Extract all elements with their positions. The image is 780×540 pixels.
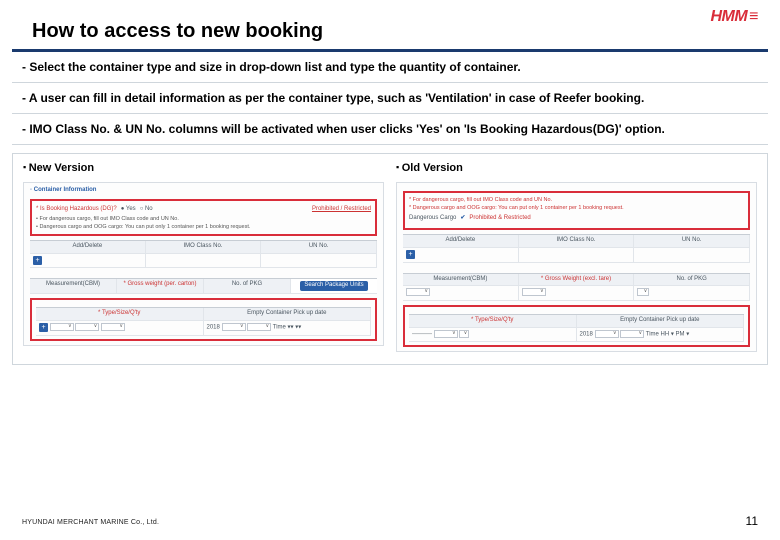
instruction-item: - IMO Class No. & UN No. columns will be…	[12, 114, 768, 145]
new-screenshot: ◦ Container Information * Is Booking Haz…	[23, 182, 384, 346]
page-number: 11	[746, 514, 758, 528]
col-imo: IMO Class No.	[519, 235, 635, 247]
dg-label: Dangerous Cargo	[409, 215, 456, 223]
hmm-logo: HMM≡	[708, 8, 758, 26]
col-pkg: No. of PKG	[204, 279, 291, 293]
gross-input[interactable]	[522, 288, 546, 296]
new-version-label: New Version	[23, 162, 384, 174]
add-row-button[interactable]: +	[406, 250, 415, 259]
dg-checkbox[interactable]: ✔	[460, 215, 465, 223]
dg-note: * Dangerous cargo and OOG cargo: You can…	[409, 205, 744, 212]
old-version-col: Old Version * For dangerous cargo, fill …	[396, 162, 757, 352]
col-pkg: No. of PKG	[634, 274, 750, 286]
col-measurement: Measurement(CBM)	[403, 274, 519, 286]
highlight-box: * Is Booking Hazardous (DG)? ● Yes ○ No …	[30, 199, 377, 236]
col-type: * Type/Size/Q'ty	[409, 315, 577, 327]
add-row-button[interactable]: +	[33, 256, 42, 265]
prohibited-link[interactable]: Prohibited / Restricted	[312, 206, 371, 214]
instruction-item: - A user can fill in detail information …	[12, 83, 768, 114]
day-select[interactable]	[620, 330, 644, 338]
dg-label: * Is Booking Hazardous (DG)?	[36, 206, 117, 214]
col-adddelete: Add/Delete	[30, 241, 146, 253]
instruction-item: - Select the container type and size in …	[12, 52, 768, 83]
qty-select[interactable]	[101, 323, 125, 331]
col-imo: IMO Class No.	[146, 241, 262, 253]
month-select[interactable]	[222, 323, 246, 331]
col-un: UN No.	[634, 235, 750, 247]
dg-note: * For dangerous cargo, fill out IMO Clas…	[409, 197, 744, 204]
month-select[interactable]	[595, 330, 619, 338]
col-gross: * Gross weight (per. carton)	[117, 279, 204, 293]
new-version-col: New Version ◦ Container Information * Is…	[23, 162, 384, 352]
type-select[interactable]	[50, 323, 74, 331]
col-empty-pickup: Empty Container Pick up date	[204, 308, 372, 320]
col-un: UN No.	[261, 241, 377, 253]
logo-bars-icon: ≡	[749, 8, 758, 25]
col-measurement: Measurement(CBM)	[30, 279, 117, 293]
radio-no[interactable]: ○ No	[140, 206, 153, 214]
dg-note: • Dangerous cargo and OOG cargo: You can…	[36, 224, 371, 231]
instruction-list: - Select the container type and size in …	[12, 52, 768, 145]
time-label: Time ▾▾ ▾▾	[273, 325, 302, 331]
old-version-label: Old Version	[396, 162, 757, 174]
qty-select[interactable]	[459, 330, 469, 338]
search-package-button[interactable]: Search Package Units	[300, 281, 367, 291]
highlight-box: * For dangerous cargo, fill out IMO Clas…	[403, 191, 750, 230]
dg-note: • For dangerous cargo, fill out IMO Clas…	[36, 216, 371, 223]
year-value: 2018	[580, 331, 593, 337]
section-header: ◦ Container Information	[30, 187, 377, 195]
old-screenshot: * For dangerous cargo, fill out IMO Clas…	[396, 182, 757, 352]
dg-table: Add/Delete IMO Class No. UN No. +	[30, 240, 377, 269]
col-empty-pickup: Empty Container Pick up date	[577, 315, 745, 327]
dg-table: Add/Delete IMO Class No. UN No. +	[403, 234, 750, 263]
col-adddelete: Add/Delete	[403, 235, 519, 247]
size-select[interactable]	[75, 323, 99, 331]
time-label: Time HH ▾ PM ▾	[646, 331, 689, 337]
cbm-input[interactable]	[406, 288, 430, 296]
year-value: 2018	[207, 325, 220, 331]
pkg-input[interactable]	[637, 288, 649, 296]
page-title: How to access to new booking	[12, 0, 768, 52]
col-type: * Type/Size/Q'ty	[36, 308, 204, 320]
footer-company: HYUNDAI MERCHANT MARINE Co., Ltd.	[22, 519, 159, 526]
logo-text: HMM	[710, 8, 747, 25]
comparison-panel: New Version ◦ Container Information * Is…	[12, 153, 768, 365]
prohibited-link[interactable]: Prohibited & Restricted	[469, 215, 530, 223]
radio-yes[interactable]: ● Yes	[121, 206, 136, 214]
add-row-button[interactable]: +	[39, 323, 48, 332]
size-select[interactable]	[434, 330, 458, 338]
col-gross: * Gross Weight (excl. tare)	[519, 274, 635, 286]
type-option[interactable]: ----------	[412, 331, 432, 337]
day-select[interactable]	[247, 323, 271, 331]
